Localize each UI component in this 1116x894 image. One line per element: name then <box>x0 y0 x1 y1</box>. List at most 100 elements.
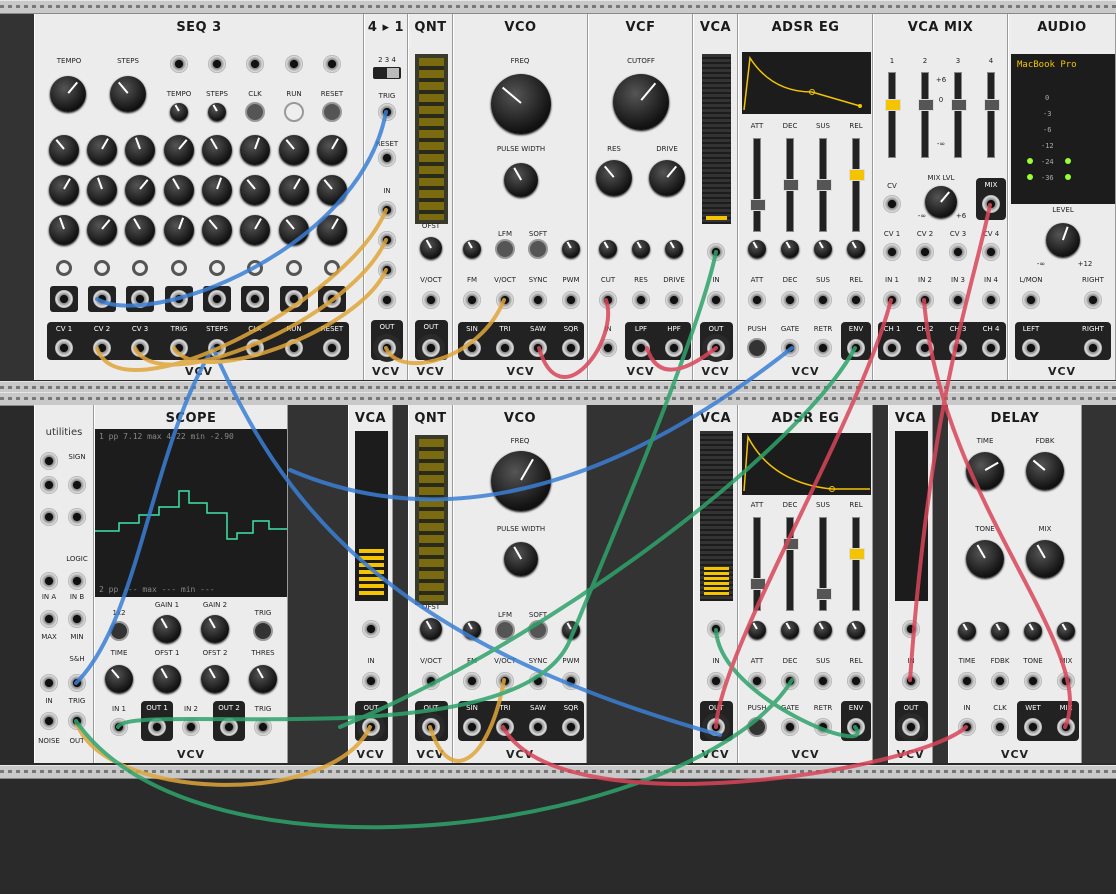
voct-in-jack[interactable] <box>422 672 440 690</box>
time-cv-jack[interactable] <box>958 672 976 690</box>
step-6-row-1-knob[interactable] <box>240 135 270 165</box>
ch1-out-jack[interactable] <box>883 339 901 357</box>
retrig-in-jack[interactable] <box>814 718 832 736</box>
mix-knob[interactable] <box>1026 540 1064 578</box>
pulse-width-knob[interactable] <box>504 542 538 576</box>
out-jack[interactable] <box>362 718 380 736</box>
position-switch[interactable] <box>373 67 401 79</box>
run-button[interactable] <box>284 102 304 122</box>
seq-reset-out-jack[interactable] <box>323 339 341 357</box>
in-jack[interactable] <box>707 291 725 309</box>
gate-in-jack[interactable] <box>781 718 799 736</box>
sustain-slider[interactable] <box>816 517 832 611</box>
pwm-amount-knob[interactable] <box>562 240 580 258</box>
step-7-row-2-knob[interactable] <box>279 175 309 205</box>
offset2-knob[interactable] <box>201 665 229 693</box>
cv-in-jack[interactable] <box>362 620 380 638</box>
att-cv-knob[interactable] <box>748 240 766 258</box>
fdbk-cv-jack[interactable] <box>991 672 1009 690</box>
att-cv-jack[interactable] <box>748 672 766 690</box>
sustain-slider[interactable] <box>816 138 832 232</box>
mix-out-jack[interactable] <box>982 195 1000 213</box>
release-slider[interactable] <box>849 517 865 611</box>
step-8-output-jack[interactable] <box>318 286 346 312</box>
push-button[interactable] <box>747 717 767 737</box>
out-jack[interactable] <box>707 718 725 736</box>
sus-cv-jack[interactable] <box>814 672 832 690</box>
in4-jack[interactable] <box>378 291 396 309</box>
left-out-jack[interactable] <box>1022 339 1040 357</box>
resonance-knob[interactable] <box>596 160 632 196</box>
sync-in-jack[interactable] <box>529 291 547 309</box>
seq-steps-out-jack[interactable] <box>208 339 226 357</box>
dec-cv-knob[interactable] <box>781 621 799 639</box>
push-button[interactable] <box>747 338 767 358</box>
step-5-row-1-knob[interactable] <box>202 135 232 165</box>
step-8-gate-button[interactable] <box>324 260 340 276</box>
pwm-in-jack[interactable] <box>562 672 580 690</box>
rel-cv-knob[interactable] <box>847 621 865 639</box>
trig-in-jack[interactable] <box>254 718 272 736</box>
pulse-width-knob[interactable] <box>504 163 538 197</box>
out-jack[interactable] <box>422 718 440 736</box>
in2-jack[interactable] <box>916 291 934 309</box>
reset-in-jack[interactable] <box>323 55 341 73</box>
offset-knob[interactable] <box>420 618 442 640</box>
fdbk-cv-knob[interactable] <box>991 622 1009 640</box>
sh-trig-jack[interactable] <box>68 674 86 692</box>
step-8-row-2-knob[interactable] <box>317 175 347 205</box>
soft-sync-button[interactable] <box>528 620 548 640</box>
step-4-row-1-knob[interactable] <box>164 135 194 165</box>
tri-out-jack[interactable] <box>496 718 514 736</box>
audio-in-jack[interactable] <box>958 718 976 736</box>
hpf-out-jack[interactable] <box>665 339 683 357</box>
channel-3-fader[interactable] <box>951 72 967 158</box>
step-jack[interactable] <box>208 290 226 308</box>
time-knob[interactable] <box>966 452 1004 490</box>
sh-in-jack[interactable] <box>40 674 58 692</box>
step-7-row-3-knob[interactable] <box>279 215 309 245</box>
cutoff-cv-knob[interactable] <box>599 240 617 258</box>
gate-in-jack[interactable] <box>781 339 799 357</box>
in2-jack[interactable] <box>182 718 200 736</box>
out-jack[interactable] <box>902 718 920 736</box>
audio-in-jack[interactable] <box>599 339 617 357</box>
in1-jack[interactable] <box>378 201 396 219</box>
mix-cv-jack[interactable] <box>883 195 901 213</box>
out-jack[interactable] <box>422 339 440 357</box>
step-1-row-3-knob[interactable] <box>49 215 79 245</box>
step-7-gate-button[interactable] <box>286 260 302 276</box>
step-2-row-1-knob[interactable] <box>87 135 117 165</box>
step-4-gate-button[interactable] <box>171 260 187 276</box>
env-out-jack[interactable] <box>847 339 865 357</box>
channel-1-fader[interactable] <box>885 72 901 158</box>
cv-in-jack[interactable] <box>707 620 725 638</box>
rel-cv-knob[interactable] <box>847 240 865 258</box>
fm-amount-knob[interactable] <box>463 621 481 639</box>
saw-out-jack[interactable] <box>529 339 547 357</box>
sin-out-jack[interactable] <box>463 339 481 357</box>
seq-clk-out-jack[interactable] <box>246 339 264 357</box>
in-jack[interactable] <box>707 672 725 690</box>
steps-cv-jack[interactable] <box>208 55 226 73</box>
ch3-out-jack[interactable] <box>949 339 967 357</box>
step-jack[interactable] <box>323 290 341 308</box>
pwm-amount-knob[interactable] <box>562 621 580 639</box>
step-jack[interactable] <box>285 290 303 308</box>
tone-cv-jack[interactable] <box>1024 672 1042 690</box>
right-out-jack[interactable] <box>1084 339 1102 357</box>
sign-out2-jack[interactable] <box>68 476 86 494</box>
sin-out-jack[interactable] <box>463 718 481 736</box>
step-2-gate-button[interactable] <box>94 260 110 276</box>
ch2-out-jack[interactable] <box>916 339 934 357</box>
seq-cv-2-out-jack[interactable] <box>93 339 111 357</box>
cv-in-jack[interactable] <box>707 243 725 261</box>
step-3-output-jack[interactable] <box>126 286 154 312</box>
channel-4-fader[interactable] <box>984 72 1000 158</box>
attack-slider[interactable] <box>750 517 766 611</box>
reset-in-jack[interactable] <box>378 149 396 167</box>
sign-out4-jack[interactable] <box>68 508 86 526</box>
step-1-gate-button[interactable] <box>56 260 72 276</box>
step-3-row-1-knob[interactable] <box>125 135 155 165</box>
lfm-button[interactable] <box>495 239 515 259</box>
